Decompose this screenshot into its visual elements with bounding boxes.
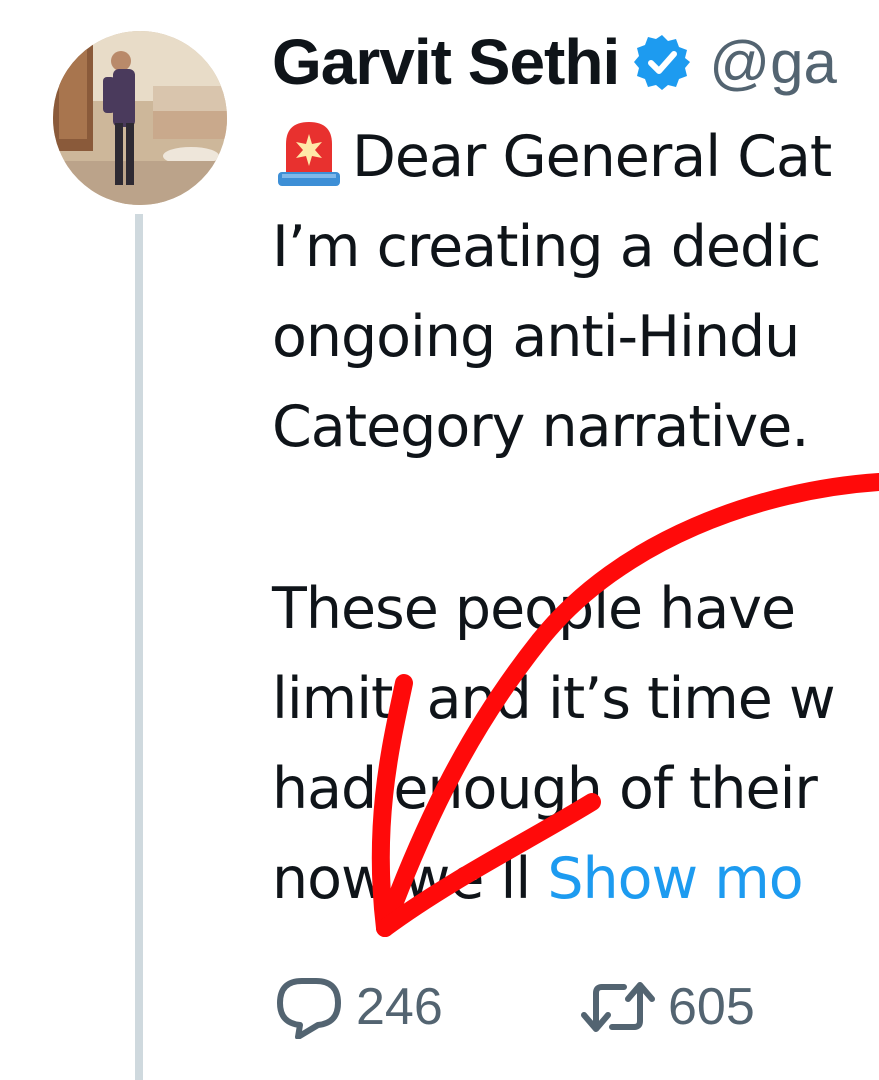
author-handle[interactable]: @ga <box>709 28 837 97</box>
tweet-line: had enough of their <box>272 756 818 822</box>
tweet-header: Garvit Sethi @ga <box>272 22 837 102</box>
retweet-icon <box>581 982 655 1032</box>
tweet-line: now we’ll Show mo <box>272 846 804 912</box>
verified-badge-icon <box>633 33 691 91</box>
retweet-count: 605 <box>668 978 755 1036</box>
tweet-actions: 246 605 <box>272 972 755 1042</box>
reply-icon <box>277 978 341 1039</box>
reply-button[interactable]: 246 <box>272 975 578 1039</box>
author-name[interactable]: Garvit Sethi <box>272 25 620 99</box>
tweet-line: Dear General Cat <box>272 112 879 202</box>
tweet-line: limit, and it’s time w <box>272 666 836 732</box>
tweet-line: Category narrative. <box>272 394 809 460</box>
police-siren-icon <box>272 114 346 188</box>
tweet-line: I’m creating a dedic <box>272 214 821 280</box>
tweet-text: Dear General Cat I’m creating a dedic on… <box>272 112 879 924</box>
reply-count: 246 <box>356 978 443 1036</box>
profile-photo <box>53 31 227 205</box>
tweet-line: These people have <box>272 576 796 642</box>
show-more-link[interactable]: Show mo <box>547 846 803 912</box>
thread-connector-line <box>135 214 143 1080</box>
tweet-line: ongoing anti-Hindu <box>272 304 800 370</box>
avatar[interactable] <box>53 31 227 205</box>
retweet-button[interactable]: 605 <box>578 975 755 1039</box>
